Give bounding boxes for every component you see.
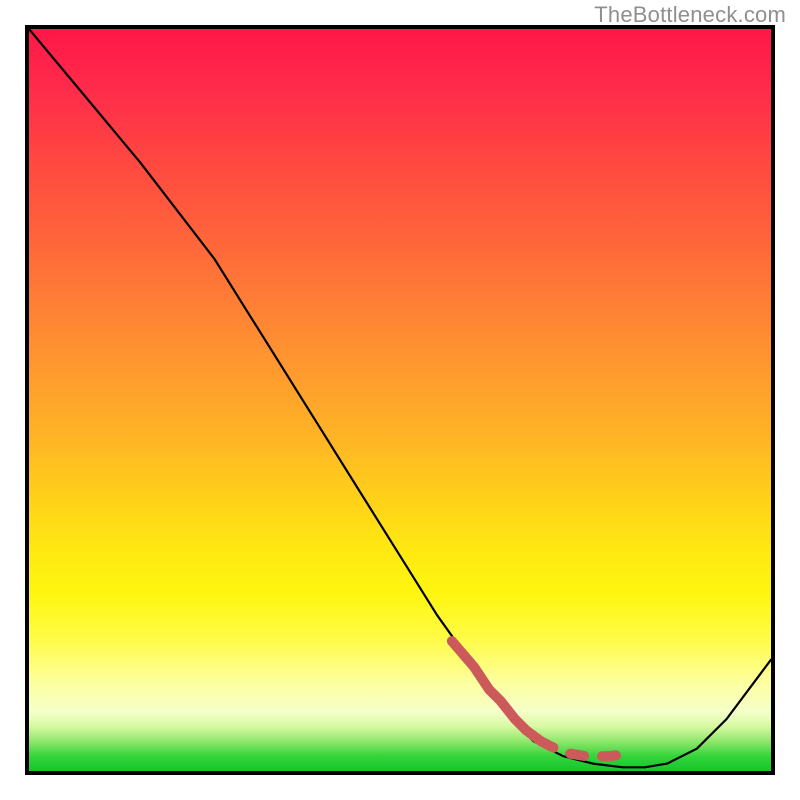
plot-overlay (29, 29, 771, 771)
plot-frame (25, 25, 775, 775)
highlight-dashed-path (541, 741, 623, 756)
highlight-solid-path (452, 641, 541, 741)
chart-container: TheBottleneck.com (0, 0, 800, 800)
bottleneck-curve-path (29, 29, 771, 767)
